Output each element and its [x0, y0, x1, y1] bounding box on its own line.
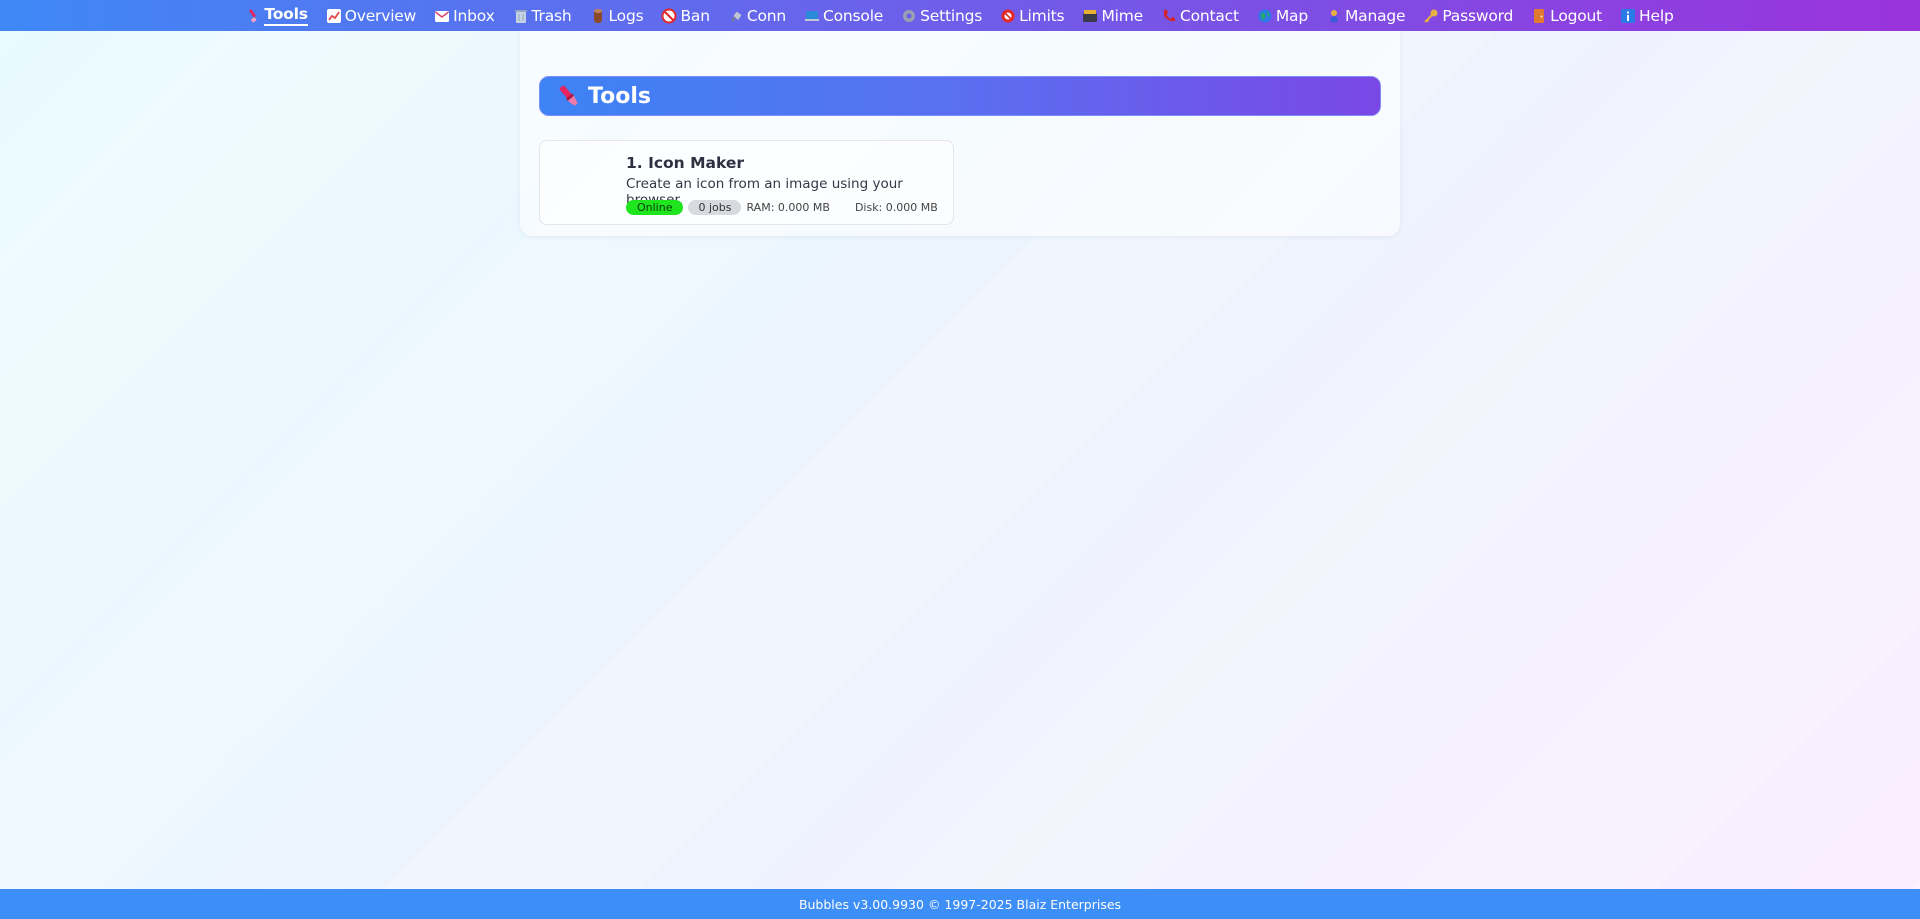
gear-icon [903, 9, 916, 22]
nav-item-limits[interactable]: Limits [1000, 0, 1065, 31]
person-icon [1330, 9, 1338, 22]
nav-label-trash: Trash [531, 6, 572, 25]
tool-thumbnail [552, 151, 620, 215]
no-entry-icon [1001, 9, 1015, 22]
disk-usage: Disk: 0.000 MB [854, 201, 938, 214]
nav-item-password[interactable]: Password [1423, 0, 1513, 31]
nav-label-conn: Conn [746, 6, 786, 25]
nav-label-inbox: Inbox [453, 6, 495, 25]
nav-item-tools[interactable]: Tools [246, 0, 308, 31]
phone-icon [1163, 9, 1175, 21]
nav-item-overview[interactable]: Overview [326, 0, 416, 31]
nav-label-password: Password [1442, 6, 1514, 25]
log-icon [593, 8, 602, 23]
footer: Bubbles v3.00.9930 © 1997-2025 Blaiz Ent… [0, 889, 1920, 919]
nav-item-trash[interactable]: Trash [513, 0, 572, 31]
nav-label-overview: Overview [344, 6, 417, 25]
nav-label-mime: Mime [1101, 6, 1143, 25]
nav-item-logs[interactable]: Logs [590, 0, 644, 31]
nav-label-contact: Contact [1179, 6, 1239, 25]
card-box-icon [1083, 9, 1098, 22]
nav-item-console[interactable]: Console [804, 0, 883, 31]
nav-item-ban[interactable]: Ban [661, 0, 710, 31]
ban-icon [661, 8, 677, 23]
info-icon [1621, 8, 1636, 23]
tool-meta: Online 0 jobs RAM: 0.000 MB Disk: 0.000 … [626, 200, 938, 215]
nav-label-limits: Limits [1019, 6, 1065, 25]
nav-item-manage[interactable]: Manage [1326, 0, 1406, 31]
globe-icon [1258, 9, 1272, 22]
brush-icon [249, 9, 257, 23]
door-icon [1534, 8, 1545, 23]
laptop-icon [805, 10, 819, 21]
footer-text: Bubbles v3.00.9930 © 1997-2025 Blaiz Ent… [798, 896, 1122, 912]
jobs-badge: 0 jobs [688, 200, 742, 215]
nav-item-inbox[interactable]: Inbox [434, 0, 495, 31]
nav-item-mime[interactable]: Mime [1082, 0, 1143, 31]
status-badge: Online [626, 200, 684, 215]
trash-icon [514, 9, 527, 23]
nav-label-console: Console [823, 6, 884, 25]
nav-label-settings: Settings [920, 6, 983, 25]
brush-icon [559, 85, 578, 106]
tool-name[interactable]: 1. Icon Maker [626, 154, 744, 172]
nav-item-conn[interactable]: Conn [728, 0, 786, 31]
section-title: Tools [588, 83, 651, 109]
key-icon [1424, 9, 1438, 23]
nav-item-help[interactable]: Help [1620, 0, 1674, 31]
nav-label-logout: Logout [1550, 6, 1603, 25]
ram-usage: RAM: 0.000 MB [746, 201, 830, 214]
nav-label-ban: Ban [680, 6, 710, 25]
tool-card-icon-maker[interactable]: 1. Icon Maker Create an icon from an ima… [539, 140, 954, 225]
nav-label-map: Map [1275, 6, 1308, 25]
plug-icon [731, 11, 742, 22]
nav-label-tools: Tools [264, 5, 308, 26]
nav-item-logout[interactable]: Logout [1531, 0, 1602, 31]
nav-label-logs: Logs [608, 6, 644, 25]
top-nav: Tools Overview Inbox Trash Logs Ban Conn… [0, 0, 1920, 31]
inbox-icon [435, 10, 450, 22]
chart-icon [326, 8, 341, 23]
nav-item-contact[interactable]: Contact [1161, 0, 1239, 31]
nav-item-map[interactable]: Map [1257, 0, 1308, 31]
nav-label-manage: Manage [1344, 6, 1406, 25]
nav-item-settings[interactable]: Settings [901, 0, 982, 31]
nav-label-help: Help [1639, 6, 1674, 25]
main-panel: Tools 1. Icon Maker Create an icon from … [520, 31, 1400, 236]
tools-section-header: Tools [539, 76, 1381, 116]
